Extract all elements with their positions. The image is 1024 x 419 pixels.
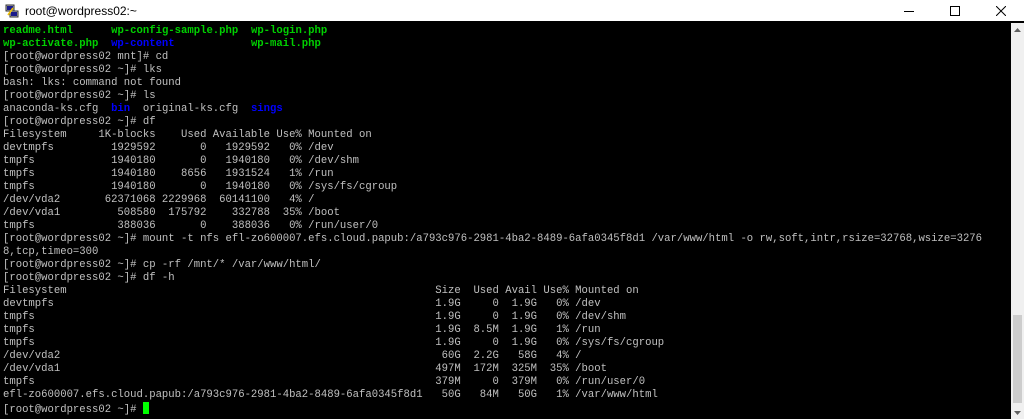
terminal-text: efl-zo600007.efs.cloud.papub:/a793c976-2… xyxy=(3,389,658,401)
directory-name: bin xyxy=(111,103,131,115)
terminal-line: [root@wordpress02 ~]# mount -t nfs efl-z… xyxy=(3,233,982,246)
close-button[interactable] xyxy=(978,0,1024,21)
vertical-scrollbar[interactable] xyxy=(1011,23,1024,419)
scroll-up-button[interactable] xyxy=(1011,23,1024,35)
terminal-text: tmpfs 1.9G 0 1.9G 0% /sys/fs/cgroup xyxy=(3,337,665,349)
terminal-line: [root@wordpress02 mnt]# cd xyxy=(3,51,982,64)
file-name: wp-activate.php xyxy=(3,38,99,50)
terminal-line: tmpfs 1.9G 8.5M 1.9G 1% /run xyxy=(3,324,982,337)
terminal-text: tmpfs 1.9G 8.5M 1.9G 1% /run xyxy=(3,324,601,336)
terminal-lines: readme.html wp-config-sample.php wp-logi… xyxy=(3,25,982,416)
terminal-line: [root@wordpress02 ~]# lks xyxy=(3,64,982,77)
terminal-text: /dev/vda2 60G 2.2G 58G 4% / xyxy=(3,350,582,362)
terminal-text: devtmpfs 1929592 0 1929592 0% /dev xyxy=(3,142,334,154)
terminal-line: [root@wordpress02 ~]# df xyxy=(3,116,982,129)
terminal-text: Filesystem Size Used Avail Use% Mounted … xyxy=(3,285,639,297)
terminal-line: tmpfs 1940180 0 1940180 0% /sys/fs/cgrou… xyxy=(3,181,982,194)
chevron-up-icon xyxy=(1014,27,1021,32)
terminal-line: anaconda-ks.cfg bin original-ks.cfg sing… xyxy=(3,103,982,116)
terminal-text: [root@wordpress02 ~]# cp -rf /mnt/* /var… xyxy=(3,259,321,271)
window-controls xyxy=(886,0,1024,21)
terminal-line: /dev/vda2 60G 2.2G 58G 4% / xyxy=(3,350,982,363)
terminal-text: /dev/vda1 508580 175792 332788 35% /boot xyxy=(3,207,340,219)
terminal-text: Filesystem 1K-blocks Used Available Use%… xyxy=(3,129,372,141)
minimize-icon xyxy=(904,10,914,12)
terminal-text: [root@wordpress02 mnt]# cd xyxy=(3,51,169,63)
terminal-line: readme.html wp-config-sample.php wp-logi… xyxy=(3,25,982,38)
terminal-line: bash: lks: command not found xyxy=(3,77,982,90)
close-icon xyxy=(996,5,1006,16)
terminal-line: Filesystem Size Used Avail Use% Mounted … xyxy=(3,285,982,298)
terminal-line: 8,tcp,timeo=300 xyxy=(3,246,982,259)
scroll-down-button[interactable] xyxy=(1011,407,1024,419)
terminal-line: [root@wordpress02 ~]# df -h xyxy=(3,272,982,285)
terminal-line: Filesystem 1K-blocks Used Available Use%… xyxy=(3,129,982,142)
terminal-text: tmpfs 388036 0 388036 0% /run/user/0 xyxy=(3,220,379,232)
terminal-text: original-ks.cfg xyxy=(130,103,251,115)
directory-name: sings xyxy=(250,103,283,115)
terminal-line: [root@wordpress02 ~]# ls xyxy=(3,90,982,103)
terminal-text: 8,tcp,timeo=300 xyxy=(3,246,99,258)
terminal-line: tmpfs 379M 0 379M 0% /run/user/0 xyxy=(3,376,982,389)
terminal-line: tmpfs 388036 0 388036 0% /run/user/0 xyxy=(3,220,982,233)
maximize-icon xyxy=(950,5,960,16)
terminal-text: tmpfs 1940180 0 1940180 0% /sys/fs/cgrou… xyxy=(3,181,398,193)
terminal-window: root@wordpress02:~ readme.html wp-config… xyxy=(0,0,1024,419)
terminal-text: [root@wordpress02 ~]# df -h xyxy=(3,272,175,284)
terminal-text: [root@wordpress02 ~]# xyxy=(3,404,143,416)
scrollbar-thumb[interactable] xyxy=(1013,315,1022,403)
terminal-text: /dev/vda2 62371068 2229968 60141100 4% / xyxy=(3,194,315,206)
terminal-line: [root@wordpress02 ~]# cp -rf /mnt/* /var… xyxy=(3,259,982,272)
terminal-line: /dev/vda1 497M 172M 325M 35% /boot xyxy=(3,363,982,376)
terminal-text: tmpfs 1.9G 0 1.9G 0% /dev/shm xyxy=(3,311,627,323)
terminal-text: tmpfs 1940180 8656 1931524 1% /run xyxy=(3,168,334,180)
terminal-text: tmpfs 1940180 0 1940180 0% /dev/shm xyxy=(3,155,360,167)
directory-name: wp-content xyxy=(111,38,175,50)
terminal-text: [root@wordpress02 ~]# lks xyxy=(3,64,162,76)
terminal-text: [root@wordpress02 ~]# mount -t nfs efl-z… xyxy=(3,233,983,245)
terminal-line: /dev/vda2 62371068 2229968 60141100 4% / xyxy=(3,194,982,207)
chevron-down-icon xyxy=(1014,410,1021,415)
file-name: wp-login.php xyxy=(250,25,328,37)
terminal-output[interactable]: readme.html wp-config-sample.php wp-logi… xyxy=(0,23,1011,419)
terminal-line: efl-zo600007.efs.cloud.papub:/a793c976-2… xyxy=(3,389,982,402)
terminal-text: devtmpfs 1.9G 0 1.9G 0% /dev xyxy=(3,298,601,310)
terminal-line: tmpfs 1.9G 0 1.9G 0% /dev/shm xyxy=(3,311,982,324)
terminal-text: /dev/vda1 497M 172M 325M 35% /boot xyxy=(3,363,607,375)
minimize-button[interactable] xyxy=(886,0,932,21)
terminal-text: bash: lks: command not found xyxy=(3,77,182,89)
terminal-line: wp-activate.php wp-content wp-mail.php xyxy=(3,38,982,51)
window-title: root@wordpress02:~ xyxy=(25,3,137,18)
file-name: wp-config-sample.php xyxy=(111,25,239,37)
terminal-line: devtmpfs 1929592 0 1929592 0% /dev xyxy=(3,142,982,155)
terminal-line: tmpfs 1940180 0 1940180 0% /dev/shm xyxy=(3,155,982,168)
putty-icon[interactable] xyxy=(5,4,19,18)
terminal-line: tmpfs 1940180 8656 1931524 1% /run xyxy=(3,168,982,181)
file-name: readme.html xyxy=(3,25,73,37)
terminal-text: [root@wordpress02 ~]# df xyxy=(3,116,156,128)
file-name: wp-mail.php xyxy=(250,38,321,50)
maximize-button[interactable] xyxy=(932,0,978,21)
text-cursor xyxy=(142,402,149,414)
terminal-text: anaconda-ks.cfg xyxy=(3,103,112,115)
terminal-line: tmpfs 1.9G 0 1.9G 0% /sys/fs/cgroup xyxy=(3,337,982,350)
terminal-line: /dev/vda1 508580 175792 332788 35% /boot xyxy=(3,207,982,220)
title-bar[interactable]: root@wordpress02:~ xyxy=(0,0,1024,21)
terminal-line: devtmpfs 1.9G 0 1.9G 0% /dev xyxy=(3,298,982,311)
terminal-text: [root@wordpress02 ~]# ls xyxy=(3,90,156,102)
terminal-line: [root@wordpress02 ~]# xyxy=(3,402,982,416)
terminal-text: tmpfs 379M 0 379M 0% /run/user/0 xyxy=(3,376,646,388)
